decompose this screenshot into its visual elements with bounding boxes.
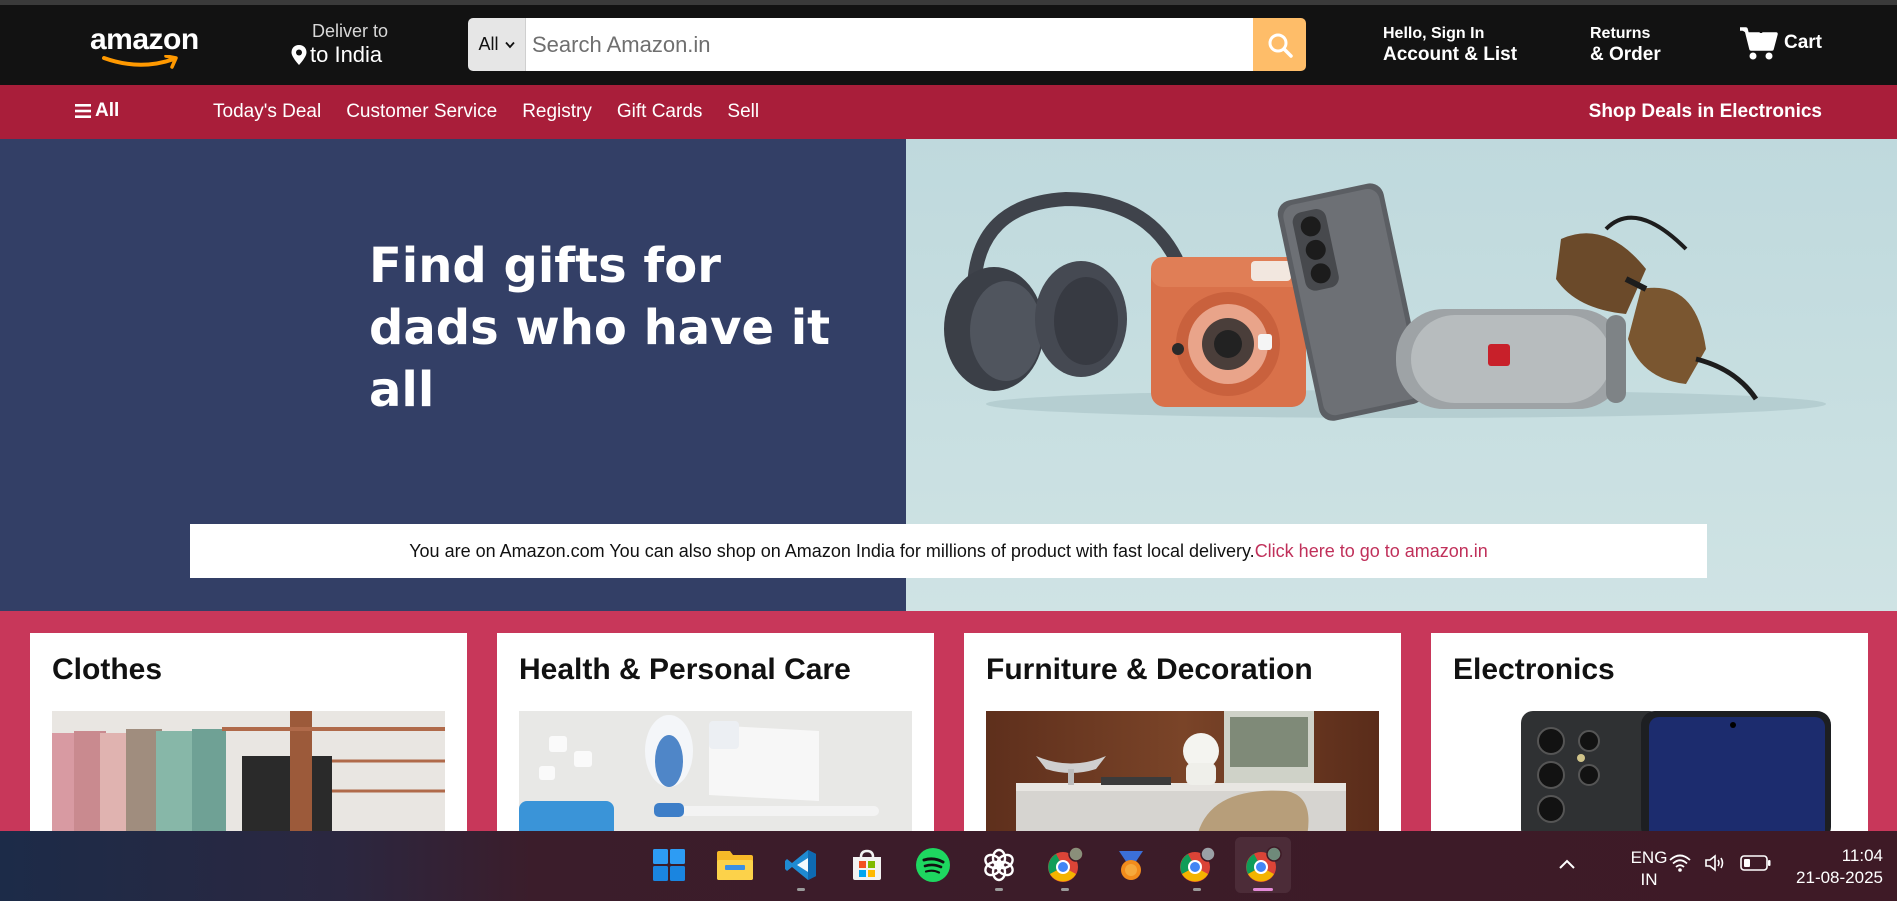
running-indicator: [797, 888, 805, 891]
card-title: Clothes: [52, 653, 163, 686]
system-tray: [1668, 853, 1772, 873]
returns-orders[interactable]: Returns & Order: [1590, 25, 1661, 66]
nav-link-sell[interactable]: Sell: [727, 101, 759, 123]
card-title: Electronics: [1453, 653, 1615, 686]
deliver-location: to India: [310, 42, 383, 67]
nav-link-registry[interactable]: Registry: [522, 101, 592, 123]
clock-date: 21-08-2025: [1796, 868, 1883, 887]
chevron-down-icon: [504, 41, 515, 48]
nav-shop-deals-electronics[interactable]: Shop Deals in Electronics: [1589, 101, 1822, 123]
hero-title-line1: Find gifts for: [369, 238, 721, 294]
nav-all-label: All: [95, 100, 120, 121]
bluetooth-speaker-icon: [1396, 309, 1626, 409]
cart-icon: [1740, 25, 1778, 60]
nav-link-todays-deal[interactable]: Today's Deal: [213, 101, 321, 123]
spotify-icon[interactable]: [905, 837, 961, 893]
chatgpt-icon[interactable]: [971, 837, 1027, 893]
card-title: Furniture & Decoration: [986, 653, 1313, 686]
amazon-logo[interactable]: amazon: [90, 25, 205, 69]
volume-icon[interactable]: [1704, 853, 1728, 873]
region-code: IN: [1640, 870, 1658, 889]
deliver-to-label: Deliver to: [312, 21, 389, 41]
amazon-india-notice: You are on Amazon.com You can also shop …: [190, 524, 1707, 578]
nav-link-customer-service[interactable]: Customer Service: [346, 101, 497, 123]
search-category-select[interactable]: All: [468, 18, 526, 71]
clock-time: 11:04: [1841, 846, 1883, 865]
chrome-icon[interactable]: [1169, 837, 1225, 893]
file-explorer-icon[interactable]: [707, 837, 763, 893]
running-indicator: [1193, 888, 1201, 891]
windows-taskbar: ENG IN 11:04 21-08-2025: [0, 831, 1897, 901]
card-image-health[interactable]: [519, 711, 912, 833]
chrome-icon[interactable]: [1235, 837, 1291, 893]
microsoft-store-icon[interactable]: [839, 837, 895, 893]
search-category-value: All: [478, 34, 499, 54]
location-pin-icon: [291, 45, 307, 65]
orbit-app-icon[interactable]: [1103, 837, 1159, 893]
site-header: amazon Deliver to to India All Search Am…: [0, 5, 1897, 85]
category-card-furniture[interactable]: Furniture & Decoration: [964, 633, 1401, 833]
nav-link-gift-cards[interactable]: Gift Cards: [617, 101, 703, 123]
logo-text: amazon: [90, 23, 199, 56]
instant-camera-icon: [1151, 257, 1306, 407]
card-title: Health & Personal Care: [519, 653, 851, 686]
chrome-icon[interactable]: [1037, 837, 1093, 893]
hero-title: Find gifts for dads who have it all: [369, 235, 906, 421]
deliver-to[interactable]: Deliver to to India: [290, 21, 420, 68]
active-indicator: [1253, 888, 1273, 891]
nav-all-menu[interactable]: All: [75, 100, 119, 122]
language-code: ENG: [1630, 848, 1668, 867]
cart-button[interactable]: Cart: [1738, 25, 1822, 61]
search-button[interactable]: [1253, 18, 1306, 71]
amazon-india-link[interactable]: Click here to go to amazon.in: [1255, 541, 1488, 562]
cart-label: Cart: [1784, 32, 1823, 53]
smile-arrow-icon: [102, 55, 178, 69]
hamburger-icon: [75, 104, 91, 118]
orders-label: & Order: [1590, 44, 1661, 65]
account-label: Account & List: [1383, 44, 1518, 65]
hero-title-line2: dads who have it all: [369, 300, 831, 418]
account-menu[interactable]: Hello, Sign In Account & List: [1383, 25, 1517, 66]
taskbar-apps: [641, 837, 1291, 893]
windows-start-icon[interactable]: [641, 837, 697, 893]
system-clock[interactable]: 11:04 21-08-2025: [1796, 845, 1883, 889]
account-greeting: Hello, Sign In: [1383, 25, 1485, 42]
category-card-electronics[interactable]: Electronics: [1431, 633, 1868, 833]
battery-icon[interactable]: [1740, 854, 1772, 872]
search-bar: All: [468, 18, 1306, 71]
wifi-icon[interactable]: [1668, 853, 1692, 873]
nav-bar: All Today's Deal Customer Service Regist…: [0, 85, 1897, 139]
returns-label: Returns: [1590, 25, 1651, 42]
running-indicator: [1061, 888, 1069, 891]
search-icon: [1268, 33, 1293, 58]
tray-overflow-icon[interactable]: [1557, 855, 1577, 880]
running-indicator: [995, 888, 1003, 891]
search-input[interactable]: [526, 18, 1253, 71]
vscode-icon[interactable]: [773, 837, 829, 893]
headphones-icon: [944, 191, 1183, 391]
notice-text: You are on Amazon.com You can also shop …: [409, 540, 1255, 561]
card-image-furniture[interactable]: [986, 711, 1379, 833]
card-image-electronics[interactable]: [1453, 711, 1846, 833]
nav-links: Today's Deal Customer Service Registry G…: [213, 101, 759, 123]
language-indicator[interactable]: ENG IN: [1627, 847, 1671, 891]
card-image-clothes[interactable]: [52, 711, 445, 833]
category-card-clothes[interactable]: Clothes: [30, 633, 467, 833]
category-card-health[interactable]: Health & Personal Care: [497, 633, 934, 833]
